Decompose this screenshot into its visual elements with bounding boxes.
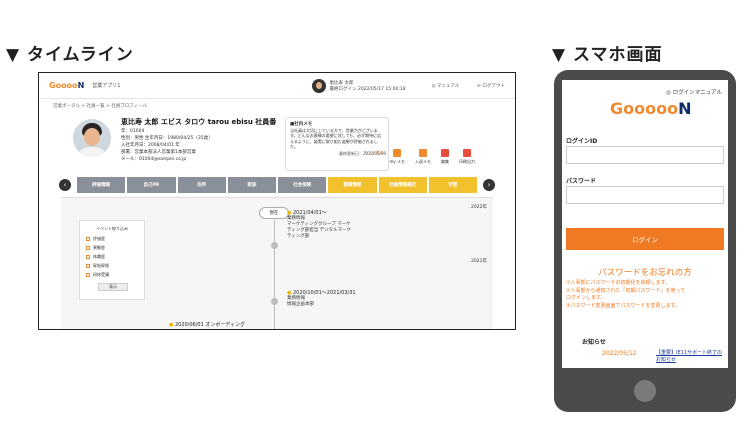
forgot-password-title: パスワードをお忘れの方 xyxy=(598,268,692,278)
profile-line: 年：01004 xyxy=(121,129,145,134)
news-title: お知らせ xyxy=(582,339,606,346)
tab-address[interactable]: 住所 xyxy=(177,177,226,193)
timeline-heading: ▼ タイムライン xyxy=(6,45,134,65)
edit-button[interactable]: 編集 xyxy=(441,149,449,165)
filter-apply-button[interactable]: 表示 xyxy=(98,283,128,291)
timeline-node xyxy=(271,298,278,305)
filter-checkbox[interactable]: 休職歴 xyxy=(86,254,138,260)
action-icons: my メモ 入退メモ 編集 印刷出力 xyxy=(389,149,475,165)
tab-evaluation[interactable]: 評価情報 xyxy=(77,177,126,193)
login-id-input[interactable] xyxy=(566,146,724,164)
filter-checkbox[interactable]: 研修受講 xyxy=(86,272,138,278)
filter-checkbox[interactable]: 評価歴 xyxy=(86,236,138,242)
forgot-password-steps: ①人事部にパスワードの初期化を依頼します。 ②人事部から通知された「初期パスワー… xyxy=(566,280,686,309)
tabs-prev-button[interactable]: ‹ xyxy=(59,179,71,191)
tab-self-pr[interactable]: 自己PR xyxy=(127,177,176,193)
app-logo: GoooooN xyxy=(610,99,692,118)
filter-title: イベント絞り込み xyxy=(96,226,128,231)
memo-icon xyxy=(393,149,402,157)
last-updated: 最終更新日：2022/05/09 xyxy=(339,151,387,156)
timeline-screenshot: GooooN 営業アプリ1 恵比寿 太郎 最終ログイン 2022/05/17 1… xyxy=(38,72,516,330)
checkbox-icon xyxy=(86,264,90,268)
entry-memo-button[interactable]: 入退メモ xyxy=(415,149,431,165)
note-icon xyxy=(419,149,427,157)
home-button[interactable] xyxy=(634,380,656,402)
user-avatar xyxy=(311,78,326,93)
profile-line: メール：01004@sample.co.jp xyxy=(121,157,187,162)
year-marker: 2021年 xyxy=(471,259,487,264)
timeline-event[interactable]: 2020/06/01 オンボーディング xyxy=(169,322,245,328)
login-button[interactable]: ログイン xyxy=(566,228,724,250)
tab-employee-extra[interactable]: 社員情報補足 xyxy=(378,177,427,193)
breadcrumb[interactable]: 営業ポータル > 社員一覧 > 社員プロフィール xyxy=(39,99,515,113)
timeline-panel: イベント絞り込み 評価歴 異動歴 休職歴 昇給昇格 研修受講 表示 現在 202… xyxy=(61,197,493,329)
login-id-label: ログインID xyxy=(566,138,598,145)
filter-checkbox[interactable]: 異動歴 xyxy=(86,245,138,251)
timeline-event[interactable]: 2020/10/01〜2021/03/31 業務情報 情報企画本部 xyxy=(287,290,356,308)
mobile-login-screen: ◎ ログインマニュアル GoooooN ログインID パスワード ログイン パス… xyxy=(562,80,728,368)
checkbox-icon xyxy=(86,246,90,250)
year-marker: 2022年 xyxy=(471,205,487,210)
news-date: 2022/05/12 xyxy=(602,350,637,357)
memo-card: ■社内メモ 当社員は大切にしている方で、営業力がございます。どんなお客様の要望に… xyxy=(285,117,389,171)
event-filter: イベント絞り込み 評価歴 異動歴 休職歴 昇給昇格 研修受講 表示 xyxy=(79,220,145,300)
tab-social-insurance[interactable]: 社会保険 xyxy=(278,177,327,193)
my-memo-button[interactable]: my メモ xyxy=(389,149,405,165)
app-logo[interactable]: GooooN xyxy=(49,81,84,90)
filter-checkbox[interactable]: 昇給昇格 xyxy=(86,263,138,269)
mobile-heading: ▼ スマホ画面 xyxy=(552,45,663,65)
memo-body: 当社員は大切にしている方で、営業力がございます。どんなお客様の要望に対しても、必… xyxy=(290,127,382,150)
profile-line: 部署：営業本部法人営業第1本部営業 xyxy=(121,150,196,155)
login-manual-link[interactable]: ◎ ログインマニュアル xyxy=(666,88,722,96)
tab-education[interactable]: 学歴 xyxy=(428,177,477,193)
news-link[interactable]: 【重要】IE11サポート終了のお知らせ xyxy=(656,350,726,364)
timeline-axis xyxy=(274,220,275,329)
category-tabs: 評価情報 自己PR 住所 家族 社会保険 健康情報 社員情報補足 学歴 xyxy=(77,177,477,193)
print-button[interactable]: 印刷出力 xyxy=(459,149,475,165)
profile-info: 恵比寿 太郎 エビス タロウ tarou ebisu 社員番 年：01004 性… xyxy=(121,119,276,163)
tabs-next-button[interactable]: › xyxy=(483,179,495,191)
profile-line: 性別：男性 生年月日：1980/04/25（35歳） xyxy=(121,136,213,141)
password-label: パスワード xyxy=(566,178,597,185)
checkbox-icon xyxy=(86,255,90,259)
timeline-event[interactable]: 2021/04/01〜 業務情報 マーケティンググループ マーケ ティング部担当… xyxy=(287,210,351,240)
manual-link[interactable]: ◎ マニュアル xyxy=(432,83,460,89)
jump-to-now-button[interactable]: 現在 xyxy=(259,207,289,219)
checkbox-icon xyxy=(86,237,90,241)
top-bar: GooooN 営業アプリ1 恵比寿 太郎 最終ログイン 2022/05/17 1… xyxy=(39,73,515,99)
password-input[interactable] xyxy=(566,186,724,204)
edit-icon xyxy=(441,149,449,157)
print-icon xyxy=(463,149,471,157)
logout-link[interactable]: ⊳ ログアウト xyxy=(477,83,505,89)
user-last-login: 最終ログイン 2022/05/17 15:00:18 xyxy=(329,86,406,92)
tab-health[interactable]: 健康情報 xyxy=(328,177,377,193)
phone-frame: ◎ ログインマニュアル GoooooN ログインID パスワード ログイン パス… xyxy=(554,70,736,412)
user-menu[interactable]: 恵比寿 太郎 最終ログイン 2022/05/17 15:00:18 ◎ マニュア… xyxy=(311,78,505,93)
timeline-node xyxy=(271,242,278,249)
checkbox-icon xyxy=(86,273,90,277)
tab-family[interactable]: 家族 xyxy=(227,177,276,193)
profile-section: 恵比寿 太郎 エビス タロウ tarou ebisu 社員番 年：01004 性… xyxy=(39,113,515,177)
employee-photo xyxy=(73,119,111,157)
employee-name: 恵比寿 太郎 エビス タロウ tarou ebisu 社員番 xyxy=(121,118,277,126)
profile-line: 入社年月日：2008/04/01 年 xyxy=(121,143,180,148)
site-label: 営業アプリ1 xyxy=(92,83,121,89)
memo-title: ■社内メモ xyxy=(290,122,313,127)
